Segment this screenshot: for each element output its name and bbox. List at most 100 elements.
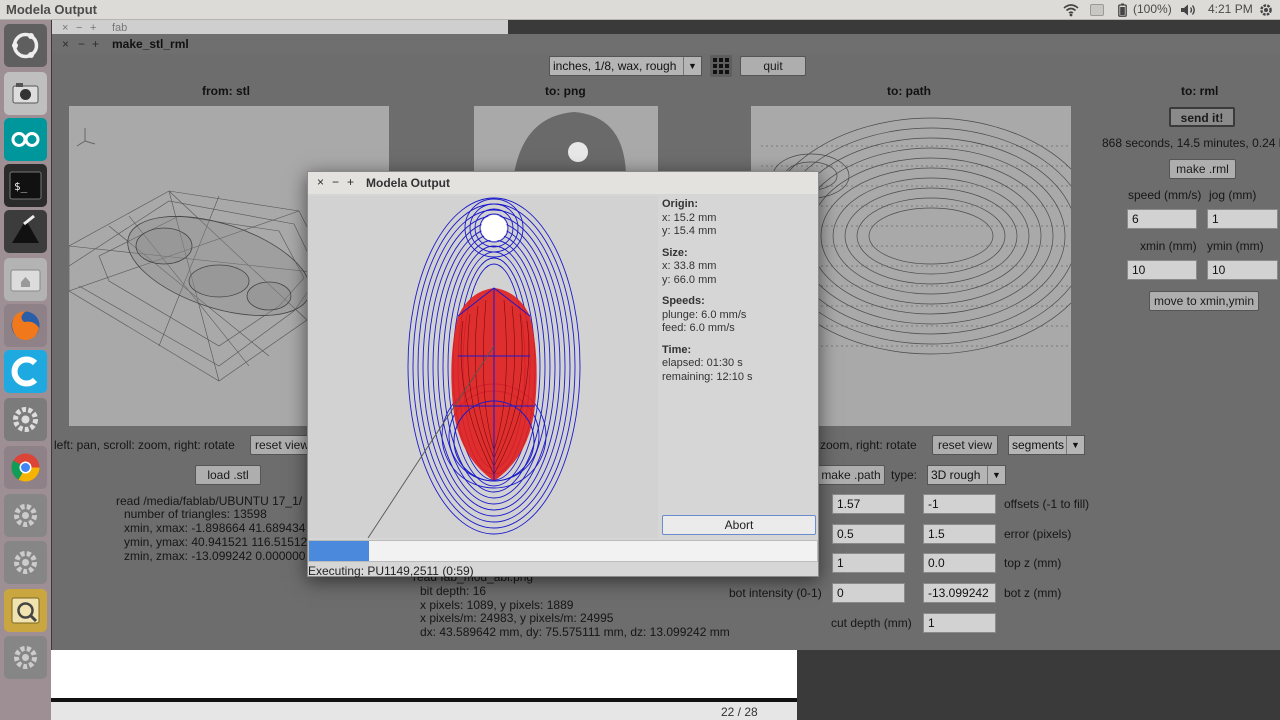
- launcher: $_: [0, 20, 51, 720]
- bot-z-input[interactable]: -13.099242: [923, 583, 996, 603]
- toolpath-render: [367, 197, 581, 539]
- make-path-button[interactable]: make .path: [817, 465, 885, 485]
- firefox-icon[interactable]: [4, 304, 47, 347]
- stl-info-line: xmin, xmax: -1.898664 41.689434: [124, 521, 306, 535]
- time-estimate: 868 seconds, 14.5 minutes, 0.24 h: [1102, 136, 1280, 150]
- top-input-a[interactable]: 1: [832, 553, 905, 573]
- cut-depth-label: cut depth (mm): [831, 616, 912, 630]
- maximize-icon[interactable]: +: [347, 175, 354, 189]
- maximize-icon[interactable]: +: [90, 22, 96, 34]
- close-icon[interactable]: ×: [62, 37, 69, 51]
- maximize-icon[interactable]: +: [92, 37, 99, 51]
- background-document: 22 / 28: [51, 650, 797, 720]
- load-stl-button[interactable]: load .stl: [195, 465, 261, 485]
- png-info-line: x pixels: 1089, y pixels: 1889: [420, 598, 574, 612]
- ymin-input[interactable]: 10: [1207, 260, 1278, 280]
- stl-header: from: stl: [202, 84, 250, 98]
- png-preview: [474, 106, 658, 174]
- time-heading: Time:: [662, 343, 692, 356]
- progress-fill: [309, 541, 369, 561]
- arduino-icon[interactable]: [4, 118, 47, 161]
- ymin-label: ymin (mm): [1207, 239, 1264, 253]
- stl-info-line: ymin, ymax: 40.941521 116.515129: [124, 535, 314, 549]
- image-viewer-icon[interactable]: [4, 589, 47, 632]
- machine-select-value: inches, 1/8, wax, rough: [553, 59, 677, 73]
- power-gear-icon[interactable]: [1258, 2, 1274, 18]
- feed-speed: feed: 6.0 mm/s: [662, 322, 735, 334]
- volume-icon[interactable]: [1180, 3, 1198, 17]
- gear-app-icon[interactable]: [4, 636, 47, 679]
- remaining-time: remaining: 12:10 s: [662, 370, 753, 383]
- chrome-icon[interactable]: [4, 446, 47, 489]
- stl-info-line: read /media/fablab/UBUNTU 17_1/: [116, 494, 303, 508]
- wifi-icon[interactable]: [1063, 3, 1079, 17]
- grid-icon[interactable]: [710, 55, 732, 77]
- path-header: to: path: [887, 84, 931, 98]
- quit-button[interactable]: quit: [740, 56, 806, 76]
- cut-depth-input[interactable]: 1: [923, 613, 996, 633]
- machine-select[interactable]: inches, 1/8, wax, rough ▼: [549, 56, 702, 76]
- clock[interactable]: 4:21 PM: [1208, 2, 1253, 16]
- main-titlebar[interactable]: × − + make_stl_rml: [52, 34, 1280, 54]
- inkscape-icon[interactable]: [4, 210, 47, 253]
- top-z-input[interactable]: 0.0: [923, 553, 996, 573]
- settings-icon[interactable]: [4, 398, 47, 441]
- active-app-title: Modela Output: [6, 2, 97, 17]
- xmin-input[interactable]: 10: [1127, 260, 1197, 280]
- close-icon[interactable]: ×: [317, 175, 324, 189]
- toolpath-plot: [308, 196, 658, 539]
- size-heading: Size:: [662, 246, 688, 259]
- path-reset-view-button[interactable]: reset view: [932, 435, 998, 455]
- view-mode-select[interactable]: segments ▼: [1008, 435, 1085, 455]
- dialog-title: Modela Output: [366, 176, 450, 190]
- path-hint: zoom, right: rotate: [820, 438, 917, 452]
- elapsed-time: elapsed: 01:30 s: [662, 357, 743, 369]
- close-icon[interactable]: ×: [62, 22, 68, 34]
- battery-percent: (100%): [1133, 2, 1172, 16]
- terminal-icon[interactable]: $_: [4, 164, 47, 207]
- xmin-label: xmin (mm): [1140, 239, 1197, 253]
- dialog-titlebar[interactable]: × − + Modela Output: [308, 172, 818, 194]
- svg-text:$_: $_: [14, 180, 28, 193]
- bot-intensity-label: bot intensity (0-1): [729, 586, 822, 600]
- top-panel: Modela Output (100%) 4:21 PM: [0, 0, 1280, 20]
- camera-icon[interactable]: [4, 72, 47, 115]
- stl-reset-view-button[interactable]: reset view: [250, 435, 314, 455]
- origin-x: x: 15.2 mm: [662, 211, 717, 224]
- bot-intensity-input[interactable]: 0: [832, 583, 905, 603]
- offsets-label: offsets (-1 to fill): [1004, 497, 1090, 511]
- abort-button[interactable]: Abort: [662, 515, 816, 535]
- gear-app-icon[interactable]: [4, 541, 47, 584]
- stl-hint: left: pan, scroll: zoom, right: rotate: [54, 438, 235, 452]
- error-label: error (pixels): [1004, 527, 1072, 541]
- progress-bar: [308, 540, 818, 562]
- gear-app-icon[interactable]: [4, 494, 47, 537]
- offsets-input-b[interactable]: -1: [923, 494, 996, 514]
- make-rml-button[interactable]: make .rml: [1169, 159, 1236, 179]
- minimize-icon[interactable]: −: [78, 37, 85, 51]
- offsets-input-a[interactable]: 1.57: [832, 494, 905, 514]
- files-icon[interactable]: [4, 258, 47, 301]
- origin-y: y: 15.4 mm: [662, 225, 717, 237]
- png-depth-image: [514, 112, 626, 174]
- minimize-icon[interactable]: −: [332, 175, 339, 189]
- keyboard-icon[interactable]: [1090, 4, 1104, 16]
- chevron-down-icon: ▼: [683, 57, 701, 75]
- execution-status: Executing: PU1149,2511 (0:59): [308, 564, 474, 578]
- minimize-icon[interactable]: −: [76, 22, 82, 34]
- ubuntu-icon[interactable]: [4, 24, 47, 67]
- cura-icon[interactable]: [4, 350, 47, 393]
- path-type-value: 3D rough: [931, 468, 981, 482]
- send-it-button[interactable]: send it!: [1169, 107, 1235, 127]
- origin-heading: Origin:: [662, 198, 699, 210]
- error-input-b[interactable]: 1.5: [923, 524, 996, 544]
- move-to-origin-button[interactable]: move to xmin,ymin: [1149, 291, 1259, 311]
- speed-input[interactable]: 6: [1127, 209, 1197, 229]
- jog-input[interactable]: 1: [1207, 209, 1278, 229]
- path-type-select[interactable]: 3D rough ▼: [927, 465, 1006, 485]
- chevron-down-icon: ▼: [1066, 436, 1084, 454]
- battery-icon[interactable]: [1118, 3, 1127, 17]
- job-info: Origin: x: 15.2 mm y: 15.4 mm Size: x: 3…: [662, 198, 753, 384]
- window-title: make_stl_rml: [112, 37, 189, 51]
- error-input-a[interactable]: 0.5: [832, 524, 905, 544]
